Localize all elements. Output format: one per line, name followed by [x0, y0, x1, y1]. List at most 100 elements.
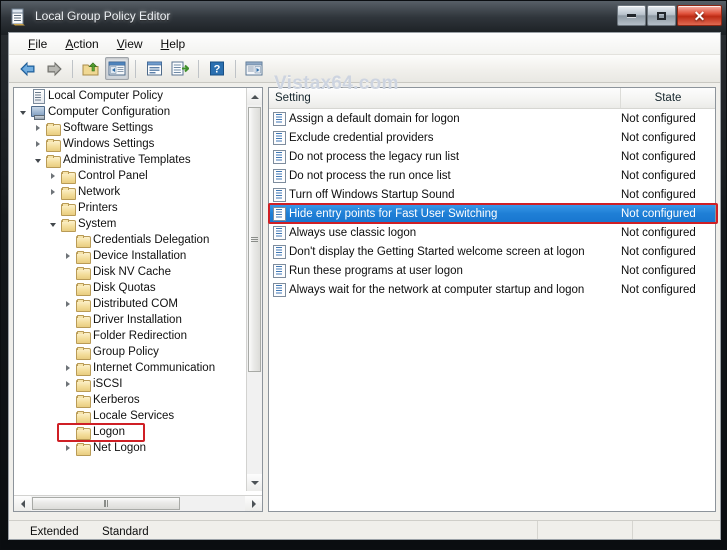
- expander-expanded-icon[interactable]: [16, 104, 29, 120]
- folder-icon: [59, 170, 77, 184]
- folder-icon: [59, 202, 77, 216]
- table-row[interactable]: Turn off Windows Startup Sound Not config…: [269, 185, 715, 204]
- setting-column-header[interactable]: Setting: [269, 88, 621, 108]
- grip-icon: [251, 237, 258, 242]
- tree-node[interactable]: Disk NV Cache: [14, 264, 247, 280]
- expander-collapsed-icon[interactable]: [61, 376, 74, 392]
- table-row[interactable]: Exclude credential providers Not configur…: [269, 128, 715, 147]
- folder-icon: [74, 410, 92, 424]
- expander-collapsed-icon[interactable]: [61, 296, 74, 312]
- expander-collapsed-icon[interactable]: [61, 440, 74, 456]
- tree-node[interactable]: Local Computer Policy: [14, 88, 247, 104]
- scroll-down-button[interactable]: [247, 474, 262, 491]
- table-row[interactable]: Always wait for the network at computer …: [269, 280, 715, 299]
- expander-collapsed-icon[interactable]: [61, 248, 74, 264]
- tree-node[interactable]: System: [14, 216, 247, 232]
- menu-view[interactable]: View: [108, 35, 152, 53]
- tree-node-label: Kerberos: [93, 394, 140, 406]
- menu-action[interactable]: Action: [56, 35, 107, 53]
- setting-state: Not configured: [621, 264, 696, 277]
- tree-node[interactable]: Credentials Delegation: [14, 232, 247, 248]
- tree-node[interactable]: Group Policy: [14, 344, 247, 360]
- policy-setting-icon: [269, 188, 289, 202]
- tree-node[interactable]: Folder Redirection: [14, 328, 247, 344]
- state-column-header[interactable]: State: [621, 88, 715, 108]
- up-one-level-button[interactable]: [79, 57, 103, 80]
- filter-button[interactable]: [242, 57, 266, 80]
- scroll-up-button[interactable]: [247, 88, 262, 105]
- back-button[interactable]: [16, 57, 40, 80]
- tree-horizontal-scrollbar[interactable]: [14, 495, 262, 511]
- expander-placeholder: [61, 328, 74, 344]
- setting-state: Not configured: [621, 131, 696, 144]
- properties-button[interactable]: [142, 57, 166, 80]
- table-row[interactable]: Run these programs at user logon Not conf…: [269, 261, 715, 280]
- export-list-button[interactable]: [168, 57, 192, 80]
- scroll-right-button[interactable]: [245, 496, 262, 511]
- table-row[interactable]: Hide entry points for Fast User Switchin…: [269, 204, 715, 223]
- policy-setting-icon: [269, 207, 289, 221]
- table-row[interactable]: Do not process the run once list Not conf…: [269, 166, 715, 185]
- status-segment-main: [9, 521, 537, 539]
- title-bar[interactable]: Local Group Policy Editor ✕: [1, 1, 726, 31]
- scroll-left-button[interactable]: [14, 496, 31, 511]
- maximize-button[interactable]: [647, 5, 676, 26]
- minimize-button[interactable]: [617, 5, 646, 26]
- table-row[interactable]: Assign a default domain for logon Not con…: [269, 109, 715, 128]
- svg-text:?: ?: [214, 64, 221, 76]
- tree-node[interactable]: Locale Services: [14, 408, 247, 424]
- tree-node[interactable]: Device Installation: [14, 248, 247, 264]
- setting-name: Always use classic logon: [289, 226, 417, 239]
- tree-node[interactable]: Driver Installation: [14, 312, 247, 328]
- tree-node[interactable]: Disk Quotas: [14, 280, 247, 296]
- expander-collapsed-icon[interactable]: [31, 136, 44, 152]
- tree-node[interactable]: Software Settings: [14, 120, 247, 136]
- close-button[interactable]: ✕: [677, 5, 722, 26]
- tab-extended-label: Extended: [30, 525, 79, 538]
- expander-placeholder: [46, 200, 59, 216]
- tree-node[interactable]: Logon: [14, 424, 247, 440]
- tree-node[interactable]: Printers: [14, 200, 247, 216]
- left-arrow-icon: [20, 61, 35, 76]
- settings-list-pane[interactable]: Setting State Assign a default domain fo…: [268, 87, 716, 512]
- expander-collapsed-icon[interactable]: [46, 168, 59, 184]
- forward-button[interactable]: [42, 57, 66, 80]
- menu-file[interactable]: File: [19, 35, 56, 53]
- tree-node[interactable]: iSCSI: [14, 376, 247, 392]
- tree-vertical-scroll-thumb[interactable]: [248, 107, 261, 372]
- console-tree-pane[interactable]: Local Computer Policy Computer Configurat…: [13, 87, 263, 512]
- folder-icon: [74, 298, 92, 312]
- tree-node[interactable]: Kerberos: [14, 392, 247, 408]
- tree-node[interactable]: Network: [14, 184, 247, 200]
- tree-node[interactable]: Administrative Templates: [14, 152, 247, 168]
- tree-node[interactable]: Distributed COM: [14, 296, 247, 312]
- tree-node[interactable]: Net Logon: [14, 440, 247, 456]
- folder-up-icon: [82, 61, 99, 75]
- table-row[interactable]: Don't display the Getting Started welcom…: [269, 242, 715, 261]
- tree-node[interactable]: Computer Configuration: [14, 104, 247, 120]
- setting-name: Run these programs at user logon: [289, 264, 463, 277]
- expander-expanded-icon[interactable]: [46, 216, 59, 232]
- table-row[interactable]: Always use classic logon Not configured: [269, 223, 715, 242]
- console-tree: Local Computer Policy Computer Configurat…: [14, 88, 247, 491]
- setting-state: Not configured: [621, 150, 696, 163]
- tree-node-label: Locale Services: [93, 410, 175, 422]
- expander-collapsed-icon[interactable]: [61, 360, 74, 376]
- setting-name: Always wait for the network at computer …: [289, 283, 585, 296]
- table-row[interactable]: Do not process the legacy run list Not co…: [269, 147, 715, 166]
- show-hide-console-tree-button[interactable]: [105, 57, 129, 80]
- tree-horizontal-scroll-thumb[interactable]: [32, 497, 180, 510]
- tree-node[interactable]: Windows Settings: [14, 136, 247, 152]
- tree-node[interactable]: Internet Communication: [14, 360, 247, 376]
- expander-expanded-icon[interactable]: [31, 152, 44, 168]
- setting-state: Not configured: [621, 188, 696, 201]
- expander-collapsed-icon[interactable]: [31, 120, 44, 136]
- expander-placeholder: [61, 280, 74, 296]
- tree-node[interactable]: Control Panel: [14, 168, 247, 184]
- setting-state: Not configured: [621, 169, 696, 182]
- menu-help[interactable]: Help: [152, 35, 195, 53]
- help-button[interactable]: ?: [205, 57, 229, 80]
- expander-collapsed-icon[interactable]: [46, 184, 59, 200]
- right-arrow-icon: [47, 61, 62, 76]
- tree-vertical-scrollbar[interactable]: [246, 88, 262, 491]
